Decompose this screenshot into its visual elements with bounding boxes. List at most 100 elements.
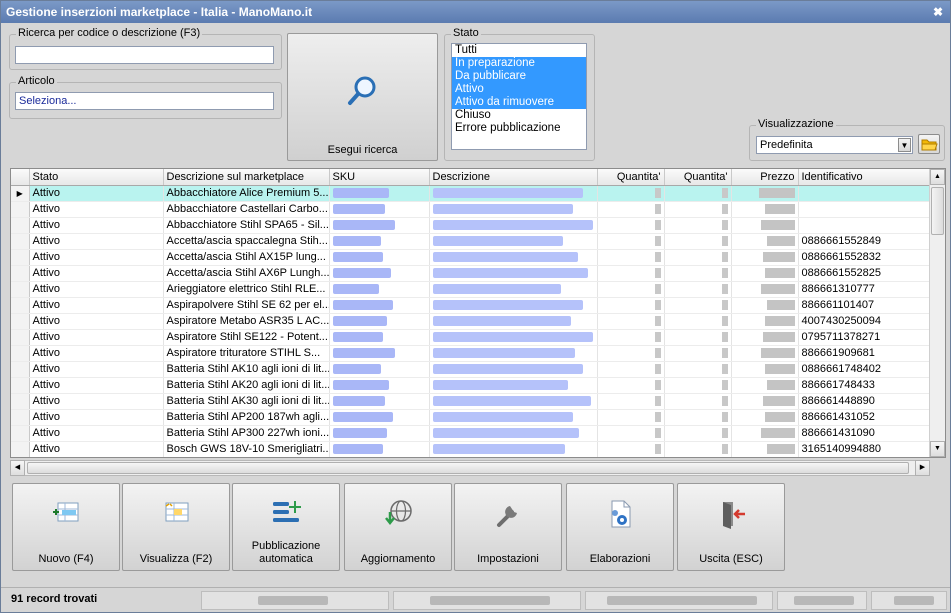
column-header-description[interactable]: Descrizione [429,169,598,186]
table-row[interactable]: Attivo Abbacchiatore Castellari Carbo... [11,201,945,218]
cell-quantity-1 [597,425,665,442]
redacted-price [760,220,795,230]
table-row[interactable]: Attivo Arieggiatore elettrico Stihl RLE..… [11,281,945,298]
cell-identifier: 886661310777 [798,281,945,298]
status-option-attivo[interactable]: Attivo [452,83,586,96]
table-row[interactable]: Attivo Batteria Stihl AK30 agli ioni di l… [11,393,945,410]
new-button[interactable]: Nuovo (F4) [12,483,120,571]
exit-button[interactable]: Uscita (ESC) [677,483,785,571]
column-header-quantity-1[interactable]: Quantita' [597,169,665,186]
scroll-down-icon[interactable]: ▼ [930,441,945,457]
redacted-description [432,412,573,423]
cell-price [731,281,799,298]
horizontal-scroll-thumb[interactable] [27,462,909,474]
cell-quantity-1 [597,361,665,378]
wrench-icon [497,506,517,527]
main-window: Gestione inserzioni marketplace - Italia… [0,0,951,613]
cell-marketplace-description: Aspiratore Metabo ASR35 L AC... [163,313,330,330]
column-header-price[interactable]: Prezzo [731,169,799,186]
cell-identifier: 3165140994880 [798,441,945,457]
table-row[interactable]: Attivo Batteria Stihl AK20 agli ioni di l… [11,377,945,394]
redacted-description [432,252,578,263]
table-row[interactable]: Attivo Accetta/ascia Stihl AX15P lung... 0… [11,249,945,266]
table-row[interactable]: Attivo Aspirapolvere Stihl SE 62 per el..… [11,297,945,314]
status-option-in-preparazione[interactable]: In preparazione [452,57,586,70]
scroll-right-icon[interactable]: ▶ [915,460,930,476]
column-header-quantity-2[interactable]: Quantita' [664,169,732,186]
redacted-quantity [654,268,661,278]
status-option-chiuso[interactable]: Chiuso [452,109,586,122]
redacted-description [432,380,568,391]
article-select-field[interactable]: Seleziona... [15,92,274,110]
status-option-attivo-da-rimuovere[interactable]: Attivo da rimuovere [452,96,586,109]
table-row[interactable]: Attivo Aspiratore Stihl SE122 - Potent...… [11,329,945,346]
vertical-scroll-thumb[interactable] [931,187,944,235]
cell-quantity-1 [597,345,665,362]
table-row[interactable]: Attivo Aspiratore trituratore STIHL S... 8… [11,345,945,362]
update-button[interactable]: Aggiornamento [344,483,452,571]
cell-quantity-1 [597,185,665,202]
cell-description [429,441,598,457]
table-row[interactable]: Attivo Accetta/ascia Stihl AX6P Lungh... 0… [11,265,945,282]
close-button[interactable]: ✖ [930,4,946,20]
cell-marketplace-description: Accetta/ascia Stihl AX6P Lungh... [163,265,330,282]
redacted-quantity [721,204,728,214]
redacted-description [432,188,583,199]
auto-publish-button[interactable]: Pubblicazione automatica [232,483,340,571]
table-row[interactable]: Attivo Aspiratore Metabo ASR35 L AC... 400… [11,313,945,330]
processing-document-icon [611,500,631,528]
table-header-row: Stato Descrizione sul marketplace SKU De… [11,169,945,186]
redacted-sku [332,380,389,391]
search-input[interactable] [15,46,274,64]
redacted-price [764,204,795,214]
status-option-da-pubblicare[interactable]: Da pubblicare [452,70,586,83]
redacted-quantity [654,412,661,422]
settings-button[interactable]: Impostazioni [454,483,562,571]
vertical-scrollbar[interactable]: ▲ ▼ [929,169,945,457]
redacted-sku [332,252,383,263]
table-row[interactable]: Attivo Batteria Stihl AK10 agli ioni di l… [11,361,945,378]
cell-quantity-2 [664,249,732,266]
cell-sku [329,297,430,314]
chevron-down-icon[interactable]: ▼ [898,138,911,152]
column-header-sku[interactable]: SKU [329,169,430,186]
cell-description [429,393,598,410]
cell-quantity-1 [597,377,665,394]
cell-quantity-1 [597,409,665,426]
scroll-left-icon[interactable]: ◀ [10,460,25,476]
cell-stato: Attivo [29,313,164,330]
cell-identifier: 4007430250094 [798,313,945,330]
redacted-description [432,236,563,247]
table-row[interactable]: Attivo Accetta/ascia spaccalegna Stih... 0… [11,233,945,250]
table-row[interactable]: Attivo Abbacchiatore Stihl SPA65 - Sil... [11,217,945,234]
scroll-up-icon[interactable]: ▲ [930,169,945,185]
column-header-identifier[interactable]: Identificativo [798,169,945,186]
listings-grid[interactable]: Stato Descrizione sul marketplace SKU De… [10,168,946,458]
view-button[interactable]: Visualizza (F2) [122,483,230,571]
cell-price [731,425,799,442]
open-folder-button[interactable] [918,134,940,154]
status-filter-list[interactable]: Tutti In preparazione Da pubblicare Atti… [451,43,587,150]
table-row[interactable]: Attivo Batteria Stihl AP200 187wh agli...… [11,409,945,426]
cell-description [429,217,598,234]
status-option-tutti[interactable]: Tutti [452,44,586,57]
row-indicator [11,441,30,457]
search-button[interactable]: Esegui ricerca [287,33,438,161]
row-indicator [11,281,30,298]
cell-stato: Attivo [29,393,164,410]
redacted-sku [332,236,381,247]
processing-button[interactable]: Elaborazioni [566,483,674,571]
cell-sku [329,185,430,202]
cell-quantity-2 [664,393,732,410]
view-select[interactable]: Predefinita ▼ [756,136,913,154]
cell-quantity-1 [597,281,665,298]
table-row[interactable]: Attivo Batteria Stihl AP300 227wh ioni...… [11,425,945,442]
table-row[interactable]: ▶ Attivo Abbacchiatore Alice Premium 5... [11,185,945,202]
table-row[interactable]: Attivo Bosch GWS 18V-10 Smerigliatri... 31… [11,441,945,457]
column-header-stato[interactable]: Stato [29,169,164,186]
cell-quantity-2 [664,281,732,298]
horizontal-scrollbar[interactable]: ◀ ▶ [10,460,930,476]
redacted-quantity [721,268,728,278]
status-option-errore-pubblicazione[interactable]: Errore pubblicazione [452,122,586,135]
column-header-marketplace-description[interactable]: Descrizione sul marketplace [163,169,330,186]
